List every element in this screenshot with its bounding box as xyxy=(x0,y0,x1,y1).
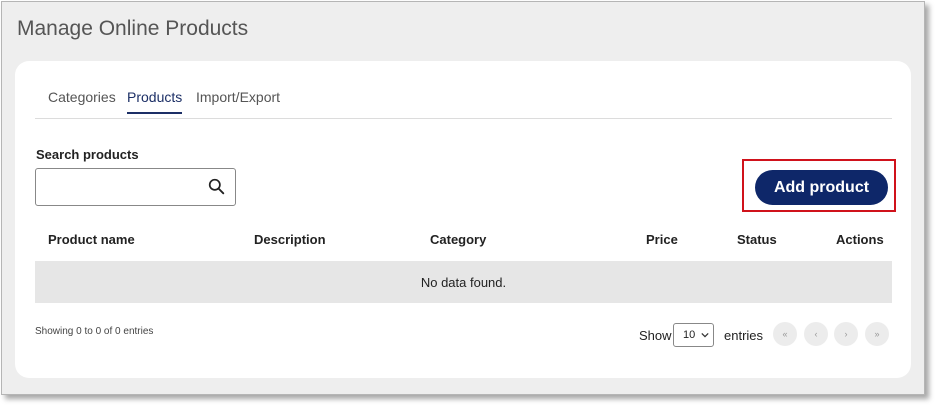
search-input[interactable] xyxy=(42,175,206,199)
page-title: Manage Online Products xyxy=(17,17,249,40)
last-page-button[interactable]: » xyxy=(865,322,889,346)
search-field[interactable] xyxy=(35,168,236,206)
tab-bar: Categories Products Import/Export xyxy=(35,61,892,119)
entries-info: Showing 0 to 0 of 0 entries xyxy=(35,326,154,337)
products-card: Categories Products Import/Export Search… xyxy=(15,61,911,378)
page-size-value: 10 xyxy=(683,329,696,341)
show-label: Show xyxy=(639,328,672,343)
search-label: Search products xyxy=(36,147,139,162)
search-icon[interactable] xyxy=(208,178,225,195)
column-header-price: Price xyxy=(646,232,678,247)
tab-products[interactable]: Products xyxy=(127,89,183,114)
column-header-status: Status xyxy=(737,232,777,247)
entries-label: entries xyxy=(724,328,764,343)
first-page-button[interactable]: « xyxy=(773,322,797,346)
chevron-down-icon xyxy=(701,332,709,338)
add-product-button[interactable]: Add product xyxy=(755,170,888,205)
column-header-category: Category xyxy=(430,232,487,247)
tab-categories[interactable]: Categories xyxy=(48,89,116,112)
app-window: Manage Online Products Categories Produc… xyxy=(1,1,925,395)
page-size-select[interactable]: 10 xyxy=(673,323,714,347)
tab-import-export[interactable]: Import/Export xyxy=(196,89,280,112)
next-page-button[interactable]: › xyxy=(834,322,858,346)
column-header-product-name: Product name xyxy=(48,232,135,247)
empty-message: No data found. xyxy=(420,274,507,290)
empty-table-row: No data found. xyxy=(35,261,892,303)
previous-page-button[interactable]: ‹ xyxy=(804,322,828,346)
column-header-description: Description xyxy=(254,232,326,247)
column-header-actions: Actions xyxy=(836,232,884,247)
